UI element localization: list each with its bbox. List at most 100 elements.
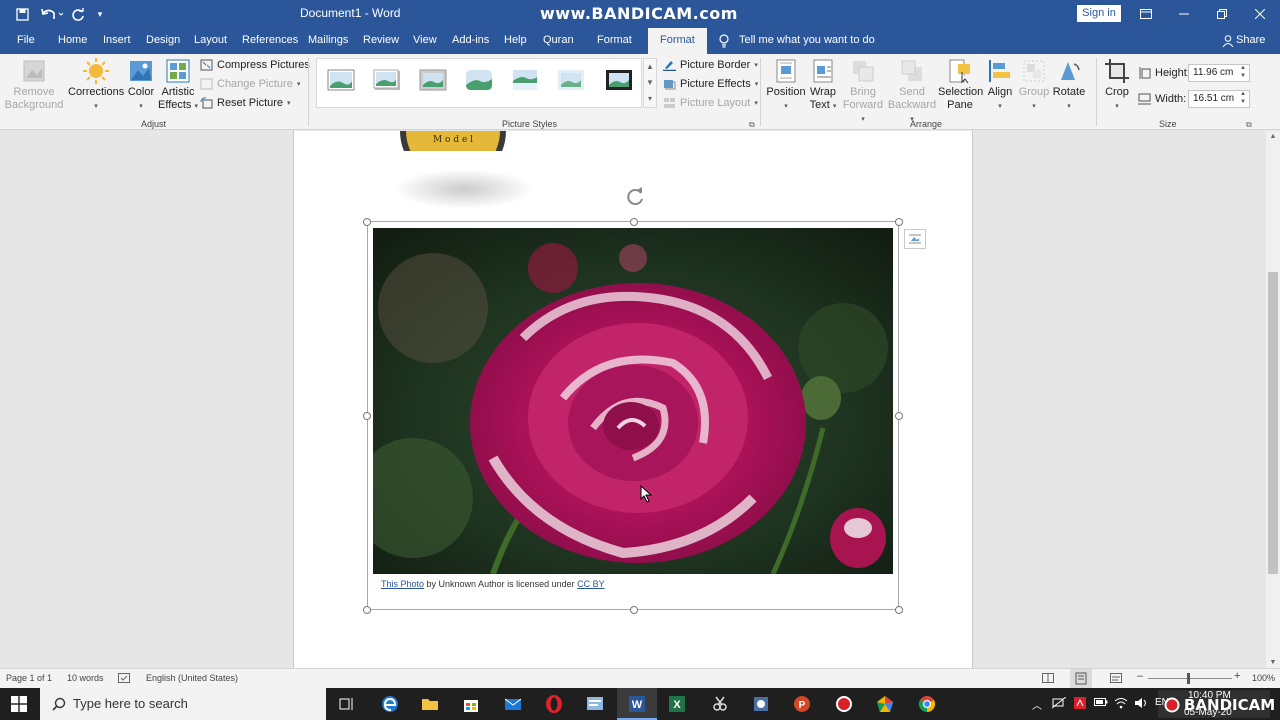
resize-handle-bottom[interactable] xyxy=(630,606,638,614)
width-spinner[interactable]: ▲ ▼ xyxy=(1240,90,1246,106)
size-launcher-icon[interactable]: ⧉ xyxy=(1246,120,1252,130)
picture-style-thick-frame[interactable] xyxy=(419,69,447,91)
change-picture-button[interactable]: Change Picture ▾ xyxy=(200,78,300,90)
tab-home[interactable]: Home xyxy=(58,34,87,46)
scroll-up-icon[interactable]: ▲ xyxy=(1266,133,1280,140)
tab-format-drawing[interactable]: Format xyxy=(597,34,632,46)
group-button[interactable]: Group ▾ xyxy=(1016,58,1052,113)
gallery-up-icon[interactable]: ▲ xyxy=(644,59,656,75)
artistic-effects-button[interactable]: Artistic Effects ▾ xyxy=(158,58,198,113)
picture-style-rounded[interactable] xyxy=(465,69,493,91)
scroll-down-icon[interactable]: ▼ xyxy=(1266,659,1280,666)
zoom-level[interactable]: 100% xyxy=(1252,673,1275,683)
scrollbar-thumb[interactable] xyxy=(1268,272,1278,574)
read-mode-icon[interactable] xyxy=(1042,673,1054,685)
remove-background-button[interactable]: Remove Background xyxy=(4,58,64,112)
tab-add-ins[interactable]: Add-ins xyxy=(452,34,489,46)
windows-start-icon[interactable] xyxy=(11,696,27,715)
picture-effects-button[interactable]: Picture Effects ▾ xyxy=(663,78,758,90)
resize-handle-bottom-right[interactable] xyxy=(895,606,903,614)
license-link[interactable]: CC BY xyxy=(577,579,605,589)
color-button[interactable]: Color ▾ xyxy=(124,58,158,113)
tab-mailings[interactable]: Mailings xyxy=(308,34,348,46)
picture-layout-button[interactable]: Picture Layout ▾ xyxy=(663,97,758,109)
restore-icon[interactable] xyxy=(1210,4,1234,24)
this-photo-link[interactable]: This Photo xyxy=(381,579,424,589)
resize-handle-right[interactable] xyxy=(895,412,903,420)
tab-design[interactable]: Design xyxy=(146,34,180,46)
tab-review[interactable]: Review xyxy=(363,34,399,46)
chrome-icon[interactable] xyxy=(917,694,937,714)
picture-styles-launcher-icon[interactable]: ⧉ xyxy=(749,120,755,130)
ribbon-display-options-icon[interactable] xyxy=(1134,4,1158,24)
picture-style-reflected[interactable] xyxy=(511,69,539,91)
align-button[interactable]: Align ▾ xyxy=(984,58,1016,113)
bring-forward-button[interactable]: Bring Forward ▾ xyxy=(840,58,886,126)
language-status[interactable]: English (United States) xyxy=(146,673,238,683)
gallery-more-icon[interactable]: ▾ xyxy=(644,91,656,107)
picture-style-shadow[interactable] xyxy=(373,69,401,91)
zoom-out-icon[interactable]: – xyxy=(1137,670,1143,682)
height-spinner[interactable]: ▲ ▼ xyxy=(1240,64,1246,80)
network-off-icon[interactable] xyxy=(1051,696,1067,712)
share-button[interactable]: Share xyxy=(1236,34,1265,46)
resize-handle-top-right[interactable] xyxy=(895,218,903,226)
tell-me-search[interactable]: Tell me what you want to do xyxy=(739,34,875,46)
close-icon[interactable] xyxy=(1248,4,1272,24)
picture-style-soft-edge[interactable] xyxy=(557,69,585,91)
reset-picture-button[interactable]: Reset Picture ▾ xyxy=(200,97,291,109)
picture-border-button[interactable]: Picture Border ▾ xyxy=(663,59,758,71)
sign-in-button[interactable]: Sign in xyxy=(1077,5,1121,22)
zoom-slider-thumb[interactable] xyxy=(1187,673,1190,684)
powerpoint-icon[interactable]: P xyxy=(792,694,812,714)
compress-pictures-button[interactable]: Compress Pictures xyxy=(200,59,310,71)
word-count[interactable]: 10 words xyxy=(67,673,104,683)
edge-icon[interactable] xyxy=(380,694,400,714)
gallery-scroll[interactable]: ▲ ▼ ▾ xyxy=(643,58,657,108)
wrap-text-button[interactable]: Wrap Text ▾ xyxy=(806,58,840,113)
zoom-slider-track[interactable] xyxy=(1148,678,1232,679)
save-icon[interactable] xyxy=(12,5,32,23)
minimize-icon[interactable] xyxy=(1172,4,1196,24)
tab-references[interactable]: References xyxy=(242,34,298,46)
battery-icon[interactable] xyxy=(1094,697,1108,710)
layout-options-button[interactable] xyxy=(904,229,926,249)
undo-icon[interactable] xyxy=(38,5,66,23)
tab-help[interactable]: Help xyxy=(504,34,527,46)
resize-handle-bottom-left[interactable] xyxy=(363,606,371,614)
store-icon[interactable] xyxy=(461,694,481,714)
position-button[interactable]: Position ▾ xyxy=(766,58,806,113)
word-taskbar-button[interactable]: W xyxy=(617,688,657,720)
excel-icon[interactable]: X xyxy=(667,694,687,714)
task-view-icon[interactable] xyxy=(337,694,357,714)
volume-icon[interactable] xyxy=(1134,697,1148,712)
web-layout-icon[interactable] xyxy=(1110,673,1122,685)
acrobat-icon[interactable] xyxy=(1074,697,1086,712)
page-count[interactable]: Page 1 of 1 xyxy=(6,673,52,683)
redo-icon[interactable] xyxy=(68,5,88,23)
logo-image[interactable]: M o d e l xyxy=(398,131,508,151)
proofing-icon[interactable] xyxy=(118,673,130,685)
tray-overflow-icon[interactable]: ︿ xyxy=(1032,697,1042,712)
tab-quran[interactable]: Quran xyxy=(543,34,574,46)
app-window-icon[interactable] xyxy=(585,694,605,714)
mail-icon[interactable] xyxy=(503,694,523,714)
colorful-app-icon[interactable] xyxy=(875,694,895,714)
tab-file[interactable]: File xyxy=(17,34,35,46)
media-app-icon[interactable] xyxy=(751,694,771,714)
print-layout-icon[interactable] xyxy=(1070,669,1092,688)
tab-view[interactable]: View xyxy=(413,34,437,46)
resize-handle-top-left[interactable] xyxy=(363,218,371,226)
clock-time[interactable]: 10:40 PM xyxy=(1188,690,1231,701)
corrections-button[interactable]: Corrections ▾ xyxy=(68,58,124,113)
rose-photo[interactable] xyxy=(373,228,893,574)
snipping-tool-icon[interactable] xyxy=(710,694,730,714)
opera-icon[interactable] xyxy=(544,694,564,714)
rotate-handle-icon[interactable] xyxy=(624,185,646,207)
customize-toolbar-icon[interactable]: ▾ xyxy=(90,5,110,23)
document-page[interactable]: M o d e l This Photo by Unknown Author i… xyxy=(293,131,973,668)
taskbar-search[interactable]: Type here to search xyxy=(40,688,326,720)
clock-date[interactable]: 05-May-20 xyxy=(1184,707,1232,718)
tab-layout[interactable]: Layout xyxy=(194,34,227,46)
tab-format-picture[interactable]: Format xyxy=(648,28,707,54)
